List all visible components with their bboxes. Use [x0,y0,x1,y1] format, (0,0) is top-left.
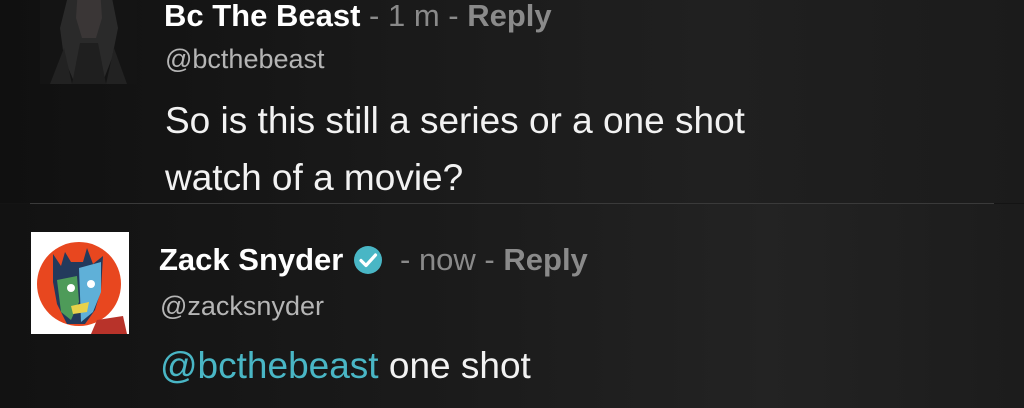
author-handle[interactable]: @zacksnyder [160,291,324,322]
reply-button[interactable]: Reply [503,242,587,278]
comment-body-line: watch of a movie? [165,157,464,198]
author-name[interactable]: Zack Snyder [159,242,343,278]
comment-header: Bc The Beast - 1 m - Reply [164,0,552,38]
reply-button[interactable]: Reply [467,0,551,34]
separator: - [360,0,388,33]
mention-link[interactable]: @bcthebeast [160,345,379,386]
author-handle[interactable]: @bcthebeast [165,44,325,75]
separator: - [391,242,419,277]
comment-zacksnyder: Zack Snyder - now - Reply @zacksnyder @b… [0,204,1024,408]
avatar[interactable] [31,232,129,334]
comment-body: @bcthebeast one shot [160,337,980,394]
comment-header: Zack Snyder - now - Reply [159,235,588,285]
verified-badge-icon [353,245,383,275]
comment-body: So is this still a series or a one shot … [165,92,985,206]
avatar[interactable] [40,0,137,84]
timestamp: now [418,242,476,277]
author-name[interactable]: Bc The Beast [164,0,360,34]
comment-body-line: So is this still a series or a one shot [165,100,745,141]
comment-bcthebeast: Bc The Beast - 1 m - Reply @bcthebeast S… [0,0,1024,203]
timestamp: 1 m [387,0,440,33]
comment-body-text: one shot [378,345,531,386]
separator: - [439,0,468,33]
separator: - [475,242,504,277]
